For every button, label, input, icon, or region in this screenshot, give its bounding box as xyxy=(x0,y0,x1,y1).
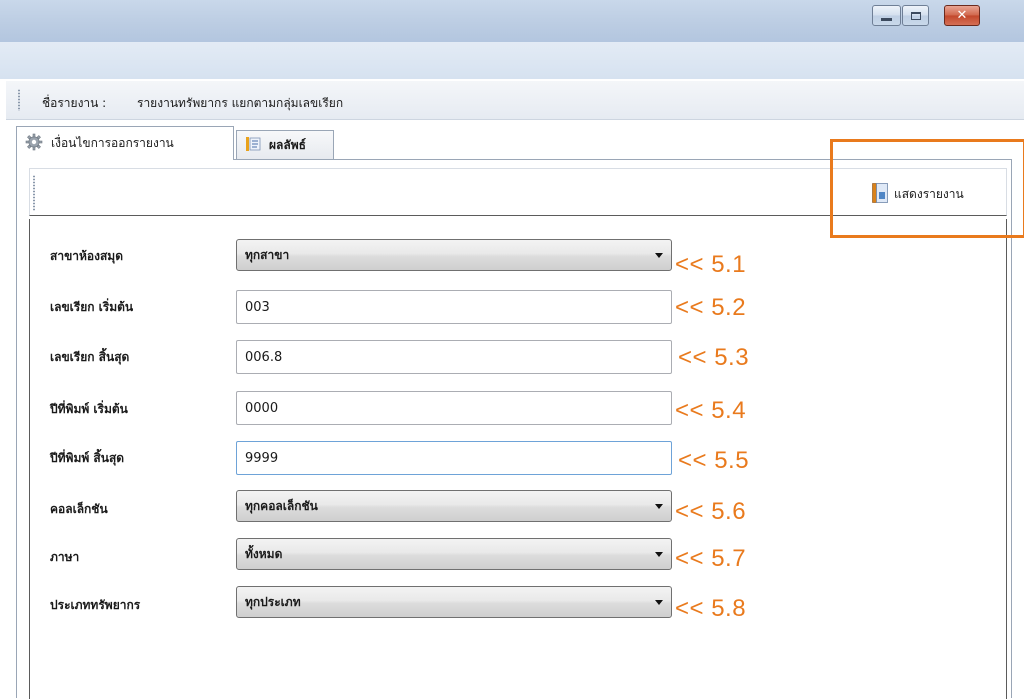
window-titlebar: ✕ xyxy=(0,0,1024,42)
tab-label: ผลลัพธ์ xyxy=(269,137,306,152)
callno-start-input[interactable]: 003 xyxy=(236,290,672,324)
conditions-form: สาขาห้องสมุด ทุกสาขา เลขเรียก เริ่มต้น 0… xyxy=(29,219,1007,699)
collection-select[interactable]: ทุกคอลเล็กชัน xyxy=(236,490,672,522)
tab-label: เงื่อนไขการออกรายงาน xyxy=(51,136,174,150)
branch-label: สาขาห้องสมุด xyxy=(50,249,124,263)
dropdown-arrow-icon xyxy=(655,252,663,258)
conditions-panel: แสดงรายงาน สาขาห้องสมุด ทุกสาขา เลขเรียก… xyxy=(16,159,1012,699)
language-label: ภาษา xyxy=(50,550,80,564)
dropdown-arrow-icon xyxy=(655,599,663,605)
toolbar-grip xyxy=(33,175,35,211)
language-select-value: ทั้งหมด xyxy=(245,546,283,561)
show-report-highlight xyxy=(830,139,1024,238)
annotation-5-1: << 5.1 xyxy=(675,251,747,278)
report-name-label: ชื่อรายงาน : xyxy=(42,96,107,110)
minimize-icon xyxy=(881,17,892,21)
annotation-5-4: << 5.4 xyxy=(675,397,747,424)
close-button[interactable]: ✕ xyxy=(944,5,980,26)
resource-type-select-value: ทุกประเภท xyxy=(245,594,301,609)
document-list-icon xyxy=(245,136,261,155)
collection-select-value: ทุกคอลเล็กชัน xyxy=(245,498,318,513)
branch-select-value: ทุกสาขา xyxy=(245,247,290,262)
dropdown-arrow-icon xyxy=(655,503,663,509)
annotation-5-5: << 5.5 xyxy=(678,447,750,474)
resource-type-select[interactable]: ทุกประเภท xyxy=(236,586,672,618)
branch-select[interactable]: ทุกสาขา xyxy=(236,239,672,271)
annotation-5-6: << 5.6 xyxy=(675,498,747,525)
annotation-5-2: << 5.2 xyxy=(675,294,747,321)
maximize-button[interactable] xyxy=(902,5,929,26)
year-start-input[interactable]: 0000 xyxy=(236,391,672,425)
callno-end-input[interactable]: 006.8 xyxy=(236,340,672,374)
annotation-5-3: << 5.3 xyxy=(678,344,750,371)
report-header: ชื่อรายงาน : รายงานทรัพยากร แยกตามกลุ่มเ… xyxy=(6,81,1024,120)
annotation-5-7: << 5.7 xyxy=(675,545,747,572)
collection-label: คอลเล็กชัน xyxy=(50,502,108,516)
annotation-5-8: << 5.8 xyxy=(675,595,747,622)
year-start-label: ปีที่พิมพ์ เริ่มต้น xyxy=(50,402,128,416)
tab-report-conditions[interactable]: เงื่อนไขการออกรายงาน xyxy=(16,126,234,160)
maximize-icon xyxy=(910,11,921,20)
report-name-value: รายงานทรัพยากร แยกตามกลุ่มเลขเรียก xyxy=(137,96,344,110)
callno-start-label: เลขเรียก เริ่มต้น xyxy=(50,300,134,314)
language-select[interactable]: ทั้งหมด xyxy=(236,538,672,570)
resource-type-label: ประเภททรัพยากร xyxy=(50,598,141,612)
minimize-button[interactable] xyxy=(872,5,901,26)
year-end-input[interactable]: 9999 xyxy=(236,441,672,475)
callno-end-label: เลขเรียก สิ้นสุด xyxy=(50,350,130,364)
tab-results[interactable]: ผลลัพธ์ xyxy=(236,130,334,159)
dropdown-arrow-icon xyxy=(655,551,663,557)
toolbar-grip xyxy=(18,89,20,111)
menu-strip xyxy=(0,42,1024,79)
gear-icon xyxy=(25,133,43,154)
year-end-label: ปีที่พิมพ์ สิ้นสุด xyxy=(50,451,125,465)
close-icon: ✕ xyxy=(956,8,968,23)
